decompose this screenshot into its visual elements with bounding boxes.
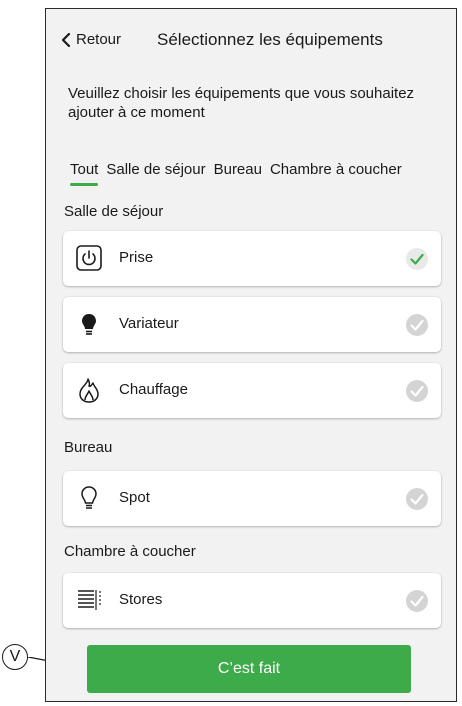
check-unselected-icon[interactable] [405,313,429,337]
check-selected-icon[interactable] [405,247,429,271]
dimmer-bulb-icon [75,310,103,338]
device-item-stores[interactable]: Stores [63,573,441,628]
device-item-variateur[interactable]: Variateur [63,297,441,352]
power-socket-icon [75,244,103,272]
check-unselected-icon[interactable] [405,589,429,613]
app-screen: Retour Sélectionnez les équipements Veui… [45,8,457,702]
section-label-chambre-a-coucher: Chambre à coucher [64,543,196,560]
bulb-icon [75,484,103,512]
chevron-left-icon [61,32,71,47]
page-title: Sélectionnez les équipements [157,30,383,49]
section-label-salle-de-sejour: Salle de séjour [64,203,164,220]
tab-chambre-a-coucher[interactable]: Chambre à coucher [270,161,402,186]
device-item-prise[interactable]: Prise [63,231,441,286]
done-button[interactable]: C’est fait [87,645,411,693]
intro-text: Veuillez choisir les équipements que vou… [68,85,415,121]
header: Retour Sélectionnez les équipements [46,9,456,69]
device-label: Variateur [119,315,179,332]
section-label-bureau: Bureau [64,439,113,456]
callout-marker: V [2,644,28,670]
blinds-icon [75,586,103,614]
device-label: Chauffage [119,381,188,398]
device-label: Prise [119,249,154,266]
tab-salle-de-sejour[interactable]: Salle de séjour [106,161,205,186]
check-unselected-icon[interactable] [405,487,429,511]
tab-tout[interactable]: Tout [70,161,99,186]
flame-icon [75,376,103,404]
device-label: Spot [119,489,150,506]
device-item-chauffage[interactable]: Chauffage [63,363,441,418]
device-label: Stores [119,591,163,608]
device-item-spot[interactable]: Spot [63,471,441,526]
back-label: Retour [76,31,122,48]
tab-bar: Tout Salle de séjour Bureau Chambre à co… [70,161,456,186]
tab-bureau[interactable]: Bureau [214,161,262,186]
check-unselected-icon[interactable] [405,379,429,403]
back-button[interactable]: Retour [60,31,121,48]
